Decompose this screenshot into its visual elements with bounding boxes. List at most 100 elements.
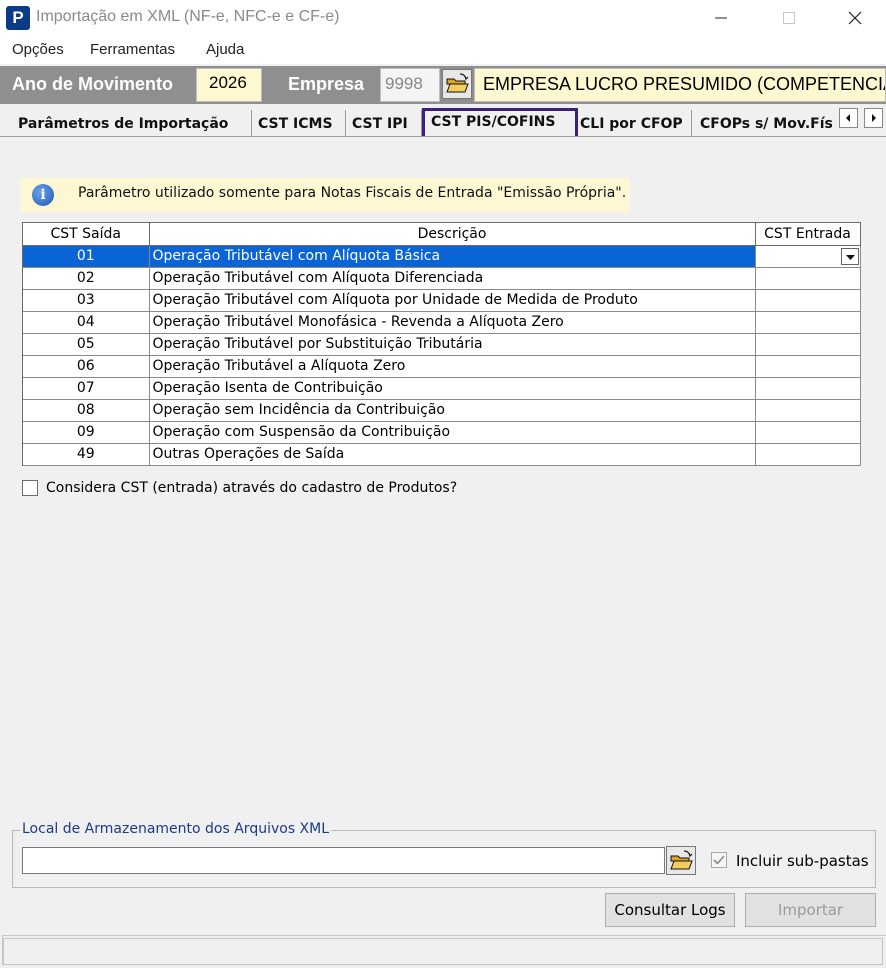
cell-cst-entrada[interactable] [755, 443, 861, 466]
info-icon: i [32, 184, 54, 206]
cell-cst-saida: 06 [23, 355, 150, 378]
xml-path-input[interactable] [22, 847, 665, 874]
arrow-right-icon [872, 114, 876, 122]
tab-cfops-mov-fis[interactable]: CFOPs s/ Mov.Fís [694, 110, 838, 138]
cell-descricao: Operação Isenta de Contribuição [149, 377, 756, 400]
cell-descricao: Operação Tributável Monofásica - Revenda… [149, 311, 756, 334]
include-subfolders-checkbox[interactable] [711, 852, 727, 868]
close-button[interactable] [832, 0, 878, 36]
info-banner: i Parâmetro utilizado somente para Notas… [20, 178, 630, 212]
cell-cst-entrada[interactable] [755, 289, 861, 312]
table-row[interactable]: 06 Operação Tributável a Alíquota Zero [23, 355, 861, 378]
tab-label: CLI por CFOP [580, 116, 683, 132]
cell-descricao: Operação Tributável por Substituição Tri… [149, 333, 756, 356]
cell-cst-entrada[interactable] [755, 355, 861, 378]
storage-legend: Local de Armazenamento dos Arquivos XML [20, 821, 332, 837]
table-row[interactable]: 07 Operação Isenta de Contribuição [23, 377, 861, 400]
window-title: Importação em XML (NF-e, NFC-e e CF-e) [36, 8, 340, 25]
cell-cst-saida: 01 [23, 245, 150, 268]
minimize-icon [715, 17, 727, 19]
cell-cst-saida: 03 [23, 289, 150, 312]
table-row[interactable]: 01 Operação Tributável com Alíquota Bási… [23, 245, 861, 268]
include-subfolders-label: Incluir sub-pastas [736, 852, 869, 870]
cell-cst-saida: 08 [23, 399, 150, 422]
column-header-cst-saida[interactable]: CST Saída [23, 223, 150, 246]
cell-descricao: Operação Tributável com Alíquota Diferen… [149, 267, 756, 290]
tab-label: CFOPs s/ Mov.Fís [700, 116, 833, 132]
cell-descricao: Operação Tributável com Alíquota por Uni… [149, 289, 756, 312]
cell-cst-entrada[interactable] [755, 311, 861, 334]
menu-ferramentas[interactable]: Ferramentas [90, 41, 175, 58]
ano-label: Ano de Movimento [12, 74, 173, 94]
chevron-down-icon [845, 254, 855, 260]
table-row[interactable]: 09 Operação com Suspensão da Contribuiçã… [23, 421, 861, 444]
table-row[interactable]: 04 Operação Tributável Monofásica - Reve… [23, 311, 861, 334]
menu-opcoes[interactable]: Opções [12, 41, 64, 58]
tab-parametros-importacao[interactable]: Parâmetros de Importação [12, 110, 252, 138]
info-text: Parâmetro utilizado somente para Notas F… [78, 185, 627, 201]
tab-cst-icms[interactable]: CST ICMS [252, 110, 346, 138]
tab-cst-ipi[interactable]: CST IPI [346, 110, 422, 138]
importar-button[interactable]: Importar [745, 893, 876, 927]
tab-label: CST PIS/COFINS [431, 114, 556, 130]
cell-cst-saida: 02 [23, 267, 150, 290]
cell-cst-entrada[interactable] [755, 245, 861, 268]
menu-ajuda[interactable]: Ajuda [206, 41, 244, 58]
arrow-left-icon [846, 114, 850, 122]
cell-cst-entrada[interactable] [755, 421, 861, 444]
tab-scroll-right-button[interactable] [864, 108, 883, 128]
cell-cst-saida: 49 [23, 443, 150, 466]
maximize-icon [783, 12, 795, 24]
table-row[interactable]: 03 Operação Tributável com Alíquota por … [23, 289, 861, 312]
table-row[interactable]: 08 Operação sem Incidência da Contribuiç… [23, 399, 861, 422]
cell-cst-entrada[interactable] [755, 333, 861, 356]
tab-cli-por-cfop[interactable]: CLI por CFOP [574, 110, 692, 138]
cell-cst-entrada[interactable] [755, 267, 861, 290]
empresa-label: Empresa [288, 74, 365, 94]
header-band: Ano de Movimento 2026 Empresa 9998 EMPRE… [0, 66, 886, 104]
open-folder-icon [670, 850, 693, 870]
close-icon [848, 11, 862, 25]
tab-label: CST ICMS [258, 116, 333, 132]
cell-descricao: Operação Tributável a Alíquota Zero [149, 355, 756, 378]
tab-scroll-left-button[interactable] [839, 108, 858, 128]
cell-cst-saida: 07 [23, 377, 150, 400]
minimize-button[interactable] [698, 0, 744, 36]
cell-cst-saida: 05 [23, 333, 150, 356]
cst-entrada-dropdown-button[interactable] [840, 247, 859, 265]
empresa-name-field: EMPRESA LUCRO PRESUMIDO (COMPETENCIA) [474, 68, 886, 102]
table-row[interactable]: 02 Operação Tributável com Alíquota Dife… [23, 267, 861, 290]
empresa-code-field[interactable]: 9998 [380, 68, 440, 102]
cell-cst-saida: 09 [23, 421, 150, 444]
cell-descricao: Operação com Suspensão da Contribuição [149, 421, 756, 444]
title-bar: P Importação em XML (NF-e, NFC-e e CF-e) [0, 0, 886, 36]
grid-header-row: CST Saída Descrição CST Entrada [23, 223, 861, 246]
cst-grid: CST Saída Descrição CST Entrada 01 Opera… [22, 222, 861, 466]
status-bar [2, 935, 886, 966]
cell-descricao: Operação Tributável com Alíquota Básica [149, 245, 756, 268]
ano-field[interactable]: 2026 [196, 68, 262, 102]
open-folder-icon [446, 73, 469, 93]
tab-label: Parâmetros de Importação [18, 116, 229, 132]
column-header-descricao[interactable]: Descrição [149, 223, 756, 246]
tab-strip: Parâmetros de Importação CST ICMS CST IP… [0, 106, 886, 140]
checkmark-icon [713, 855, 725, 865]
maximize-button[interactable] [766, 0, 812, 36]
menu-bar: Opções Ferramentas Ajuda [0, 36, 886, 64]
considera-cst-label: Considera CST (entrada) através do cadas… [46, 480, 458, 496]
table-row[interactable]: 05 Operação Tributável por Substituição … [23, 333, 861, 356]
consultar-logs-button[interactable]: Consultar Logs [605, 893, 735, 927]
column-header-cst-entrada[interactable]: CST Entrada [755, 223, 861, 246]
cell-cst-saida: 04 [23, 311, 150, 334]
empresa-browse-button[interactable] [442, 69, 472, 99]
considera-cst-checkbox[interactable] [22, 480, 38, 496]
app-logo-icon: P [6, 6, 30, 30]
table-row[interactable]: 49 Outras Operações de Saída [23, 443, 861, 466]
cell-descricao: Operação sem Incidência da Contribuição [149, 399, 756, 422]
tab-label: CST IPI [352, 116, 408, 132]
cell-descricao: Outras Operações de Saída [149, 443, 756, 466]
cell-cst-entrada[interactable] [755, 377, 861, 400]
browse-folder-button[interactable] [666, 846, 696, 875]
cell-cst-entrada[interactable] [755, 399, 861, 422]
status-panel [3, 938, 883, 965]
